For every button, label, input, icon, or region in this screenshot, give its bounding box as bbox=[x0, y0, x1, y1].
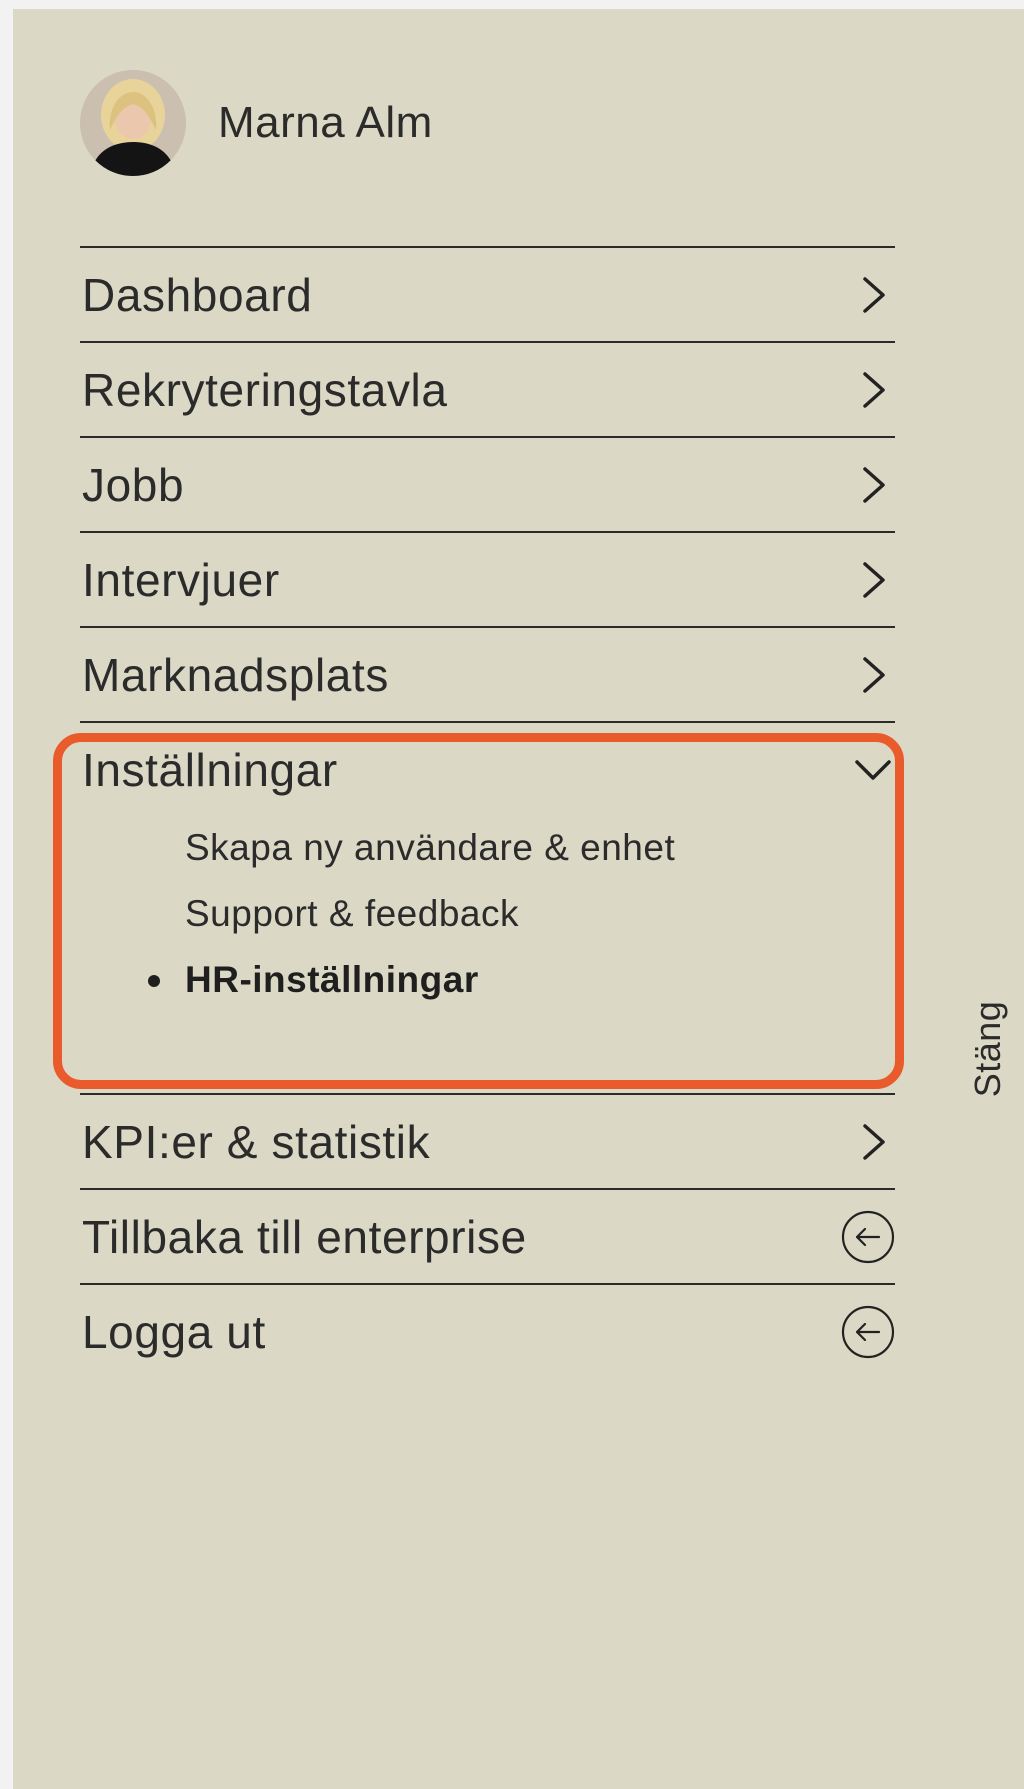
arrow-left-circle-icon bbox=[841, 1305, 895, 1358]
submenu-item-label: Support & feedback bbox=[185, 893, 519, 934]
submenu-item-label: Skapa ny användare & enhet bbox=[185, 827, 676, 868]
submenu-item-label: HR-inställningar bbox=[185, 959, 479, 1000]
submenu-item-hr-installningar[interactable]: HR-inställningar bbox=[80, 947, 895, 1013]
nav-item-jobb[interactable]: Jobb bbox=[80, 436, 895, 531]
nav-item-installningar[interactable]: Inställningar bbox=[80, 723, 895, 816]
side-menu-panel: Marna Alm Dashboard Rekryteringstavla Jo… bbox=[13, 9, 1024, 1789]
chevron-down-icon bbox=[855, 759, 891, 780]
close-menu-button[interactable]: Stäng bbox=[958, 1001, 1018, 1098]
nav-item-label: Inställningar bbox=[82, 743, 338, 796]
close-menu-label: Stäng bbox=[967, 1000, 1008, 1098]
chevron-right-icon bbox=[863, 466, 885, 503]
nav-item-label: Dashboard bbox=[82, 268, 313, 321]
submenu-item-support-feedback[interactable]: Support & feedback bbox=[80, 881, 895, 947]
chevron-right-icon bbox=[863, 656, 885, 693]
chevron-right-icon bbox=[863, 371, 885, 408]
nav-item-dashboard[interactable]: Dashboard bbox=[80, 246, 895, 341]
user-name: Marna Alm bbox=[218, 98, 433, 147]
nav-item-kpi-statistik[interactable]: KPI:er & statistik bbox=[80, 1093, 895, 1188]
submenu-item-skapa-anvandare[interactable]: Skapa ny användare & enhet bbox=[80, 815, 895, 881]
nav-item-label: Intervjuer bbox=[82, 553, 280, 606]
nav-item-label: Tillbaka till enterprise bbox=[82, 1210, 527, 1263]
avatar bbox=[80, 70, 186, 176]
nav-item-label: Jobb bbox=[82, 458, 185, 511]
chevron-right-icon bbox=[863, 276, 885, 313]
active-bullet-icon bbox=[148, 975, 160, 987]
nav-group-installningar: Inställningar Skapa ny användare & enhet… bbox=[80, 721, 895, 1093]
nav-item-tillbaka-enterprise[interactable]: Tillbaka till enterprise bbox=[80, 1188, 895, 1283]
nav-item-intervjuer[interactable]: Intervjuer bbox=[80, 531, 895, 626]
chevron-right-icon bbox=[863, 1123, 885, 1160]
arrow-left-circle-icon bbox=[841, 1210, 895, 1263]
nav-item-rekryteringstavla[interactable]: Rekryteringstavla bbox=[80, 341, 895, 436]
user-profile[interactable]: Marna Alm bbox=[80, 69, 433, 177]
main-navigation: Dashboard Rekryteringstavla Jobb Intervj… bbox=[80, 246, 895, 1378]
nav-item-label: Logga ut bbox=[82, 1305, 266, 1358]
nav-item-label: KPI:er & statistik bbox=[82, 1115, 431, 1168]
chevron-right-icon bbox=[863, 561, 885, 598]
nav-item-marknadsplats[interactable]: Marknadsplats bbox=[80, 626, 895, 721]
settings-submenu: Skapa ny användare & enhet Support & fee… bbox=[80, 815, 895, 1013]
nav-item-label: Marknadsplats bbox=[82, 648, 389, 701]
nav-item-label: Rekryteringstavla bbox=[82, 363, 448, 416]
nav-item-logga-ut[interactable]: Logga ut bbox=[80, 1283, 895, 1378]
